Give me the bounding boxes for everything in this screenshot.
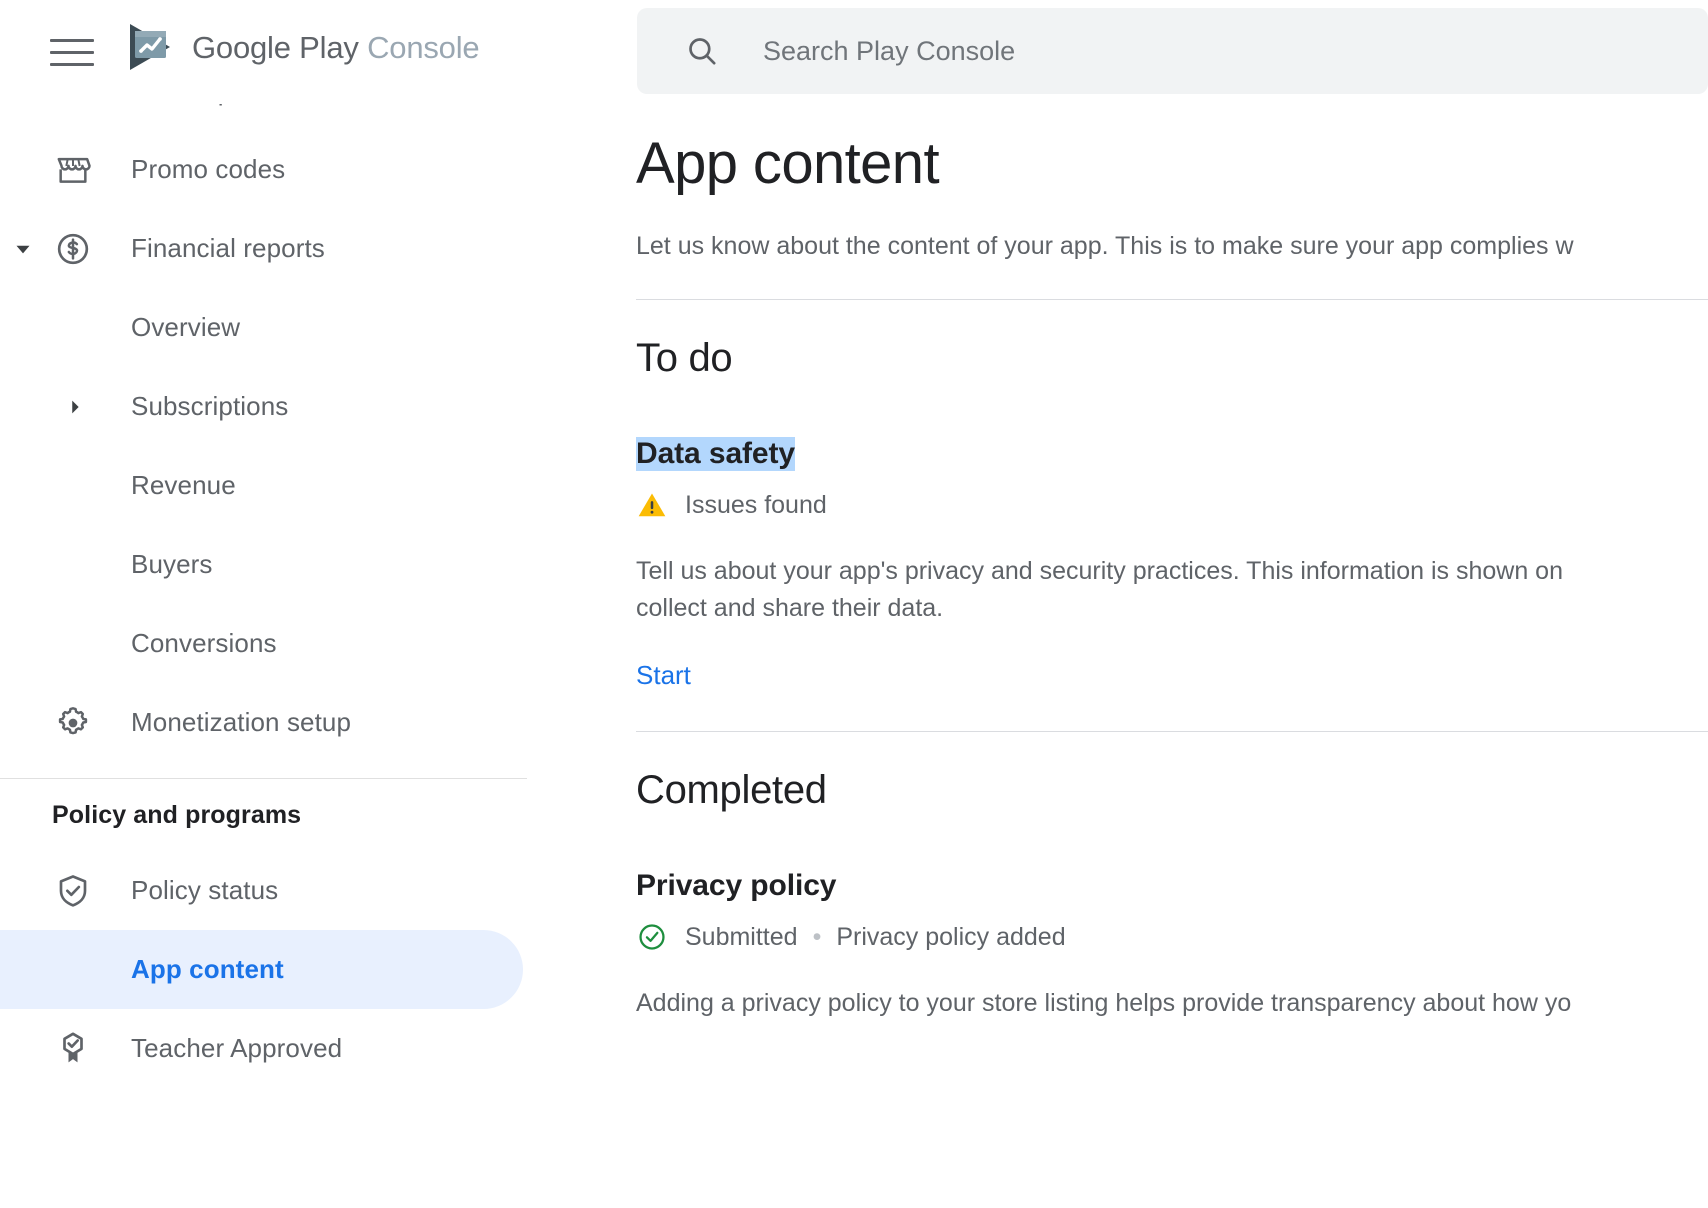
- sidebar-item-monetization-setup[interactable]: Monetization setup: [0, 683, 523, 762]
- task-description: Adding a privacy policy to your store li…: [636, 989, 1572, 1018]
- sidebar-item-policy-status[interactable]: Policy status: [0, 851, 523, 930]
- sidebar-nav: Subscriptions Promo codes: [0, 104, 527, 1208]
- sidebar-item-label: Subscriptions: [131, 391, 289, 421]
- brand-secondary: Console: [367, 29, 480, 65]
- task-title[interactable]: Privacy policy: [636, 869, 836, 903]
- sidebar-item-overview[interactable]: Overview: [0, 288, 523, 367]
- badge-check-icon: [52, 1028, 94, 1070]
- sidebar-item-label: Policy status: [131, 875, 279, 905]
- sidebar-item-label: Promo codes: [131, 154, 286, 184]
- content-divider-top: [636, 299, 1708, 301]
- search-input[interactable]: Search Play Console: [637, 8, 1708, 94]
- brand-home-link[interactable]: Google Play Console: [124, 14, 480, 80]
- page-title: App content: [636, 131, 940, 196]
- sidebar-item-teacher-approved[interactable]: Teacher Approved: [0, 1009, 523, 1088]
- sidebar-item-label: App content: [131, 954, 284, 984]
- hamburger-bar-1: [50, 38, 94, 42]
- sidebar-item-label: Revenue: [131, 470, 236, 500]
- task-title[interactable]: Data safety: [636, 437, 795, 472]
- hamburger-bar-3: [50, 62, 94, 66]
- completed-section-heading: Completed: [636, 768, 827, 813]
- content-divider-middle: [636, 731, 1708, 733]
- google-play-console-logo: [130, 24, 170, 70]
- sidebar-item-label: Conversions: [131, 628, 277, 658]
- storefront-icon: [52, 149, 94, 191]
- warning-triangle-icon: [638, 493, 666, 517]
- page-description: Let us know about the content of your ap…: [636, 231, 1574, 260]
- gear-icon: [52, 702, 94, 744]
- check-circle-icon: [639, 924, 665, 950]
- sidebar-item-revenue[interactable]: Revenue: [0, 446, 523, 525]
- sidebar-item-buyers[interactable]: Buyers: [0, 525, 523, 604]
- brand-primary: Google Play: [192, 29, 359, 65]
- sidebar-item-label: Financial reports: [131, 233, 325, 263]
- todo-task-data-safety: Data safety Issues found Tell us about y…: [583, 381, 1708, 691]
- status-badge: Issues found: [636, 487, 1708, 523]
- status-separator: •: [812, 922, 822, 951]
- shield-check-icon: [52, 870, 94, 912]
- start-link[interactable]: Start: [636, 660, 691, 691]
- brand-text: Google Play Console: [192, 29, 480, 65]
- play-console-page: Google Play Console Search Play Console …: [0, 0, 1708, 1208]
- sidebar-item-label: Overview: [131, 312, 241, 342]
- status-badge: Submitted • Privacy policy added: [636, 919, 1708, 955]
- hamburger-menu-icon[interactable]: [50, 30, 94, 74]
- sidebar-item-subscriptions-clipped[interactable]: Subscriptions: [0, 104, 527, 130]
- dollar-circle-icon: [52, 228, 94, 270]
- hamburger-bar-2: [50, 50, 94, 54]
- sidebar-item-app-content[interactable]: App content: [0, 930, 523, 1009]
- sidebar-item-subscriptions[interactable]: Subscriptions: [0, 367, 523, 446]
- sidebar-item-promo-codes[interactable]: Promo codes: [0, 130, 523, 209]
- status-text: Issues found: [685, 490, 827, 519]
- search-placeholder: Search Play Console: [763, 35, 1016, 66]
- todo-section-heading: To do: [636, 336, 733, 381]
- completed-task-privacy-policy: Privacy policy Submitted • Privacy polic…: [583, 813, 1708, 1022]
- status-text: Submitted: [685, 922, 798, 951]
- task-description: Tell us about your app's privacy and sec…: [636, 557, 1563, 623]
- status-detail: Privacy policy added: [836, 922, 1066, 951]
- sidebar-item-conversions[interactable]: Conversions: [0, 604, 523, 683]
- chevron-right-icon[interactable]: [56, 388, 94, 426]
- sidebar-item-label: Teacher Approved: [131, 1033, 343, 1063]
- sidebar-item-label: Buyers: [131, 549, 213, 579]
- main-content: App content Let us know about the conten…: [583, 104, 1708, 1208]
- search-icon: [689, 38, 716, 65]
- top-bar: Google Play Console Search Play Console: [0, 0, 1708, 104]
- sidebar-item-label: Monetization setup: [131, 707, 352, 737]
- sidebar-item-label: Subscriptions: [131, 104, 287, 107]
- sidebar-section-heading: Policy and programs: [52, 800, 302, 829]
- sidebar-item-financial-reports[interactable]: Financial reports: [0, 209, 523, 288]
- chevron-down-icon[interactable]: [4, 230, 42, 268]
